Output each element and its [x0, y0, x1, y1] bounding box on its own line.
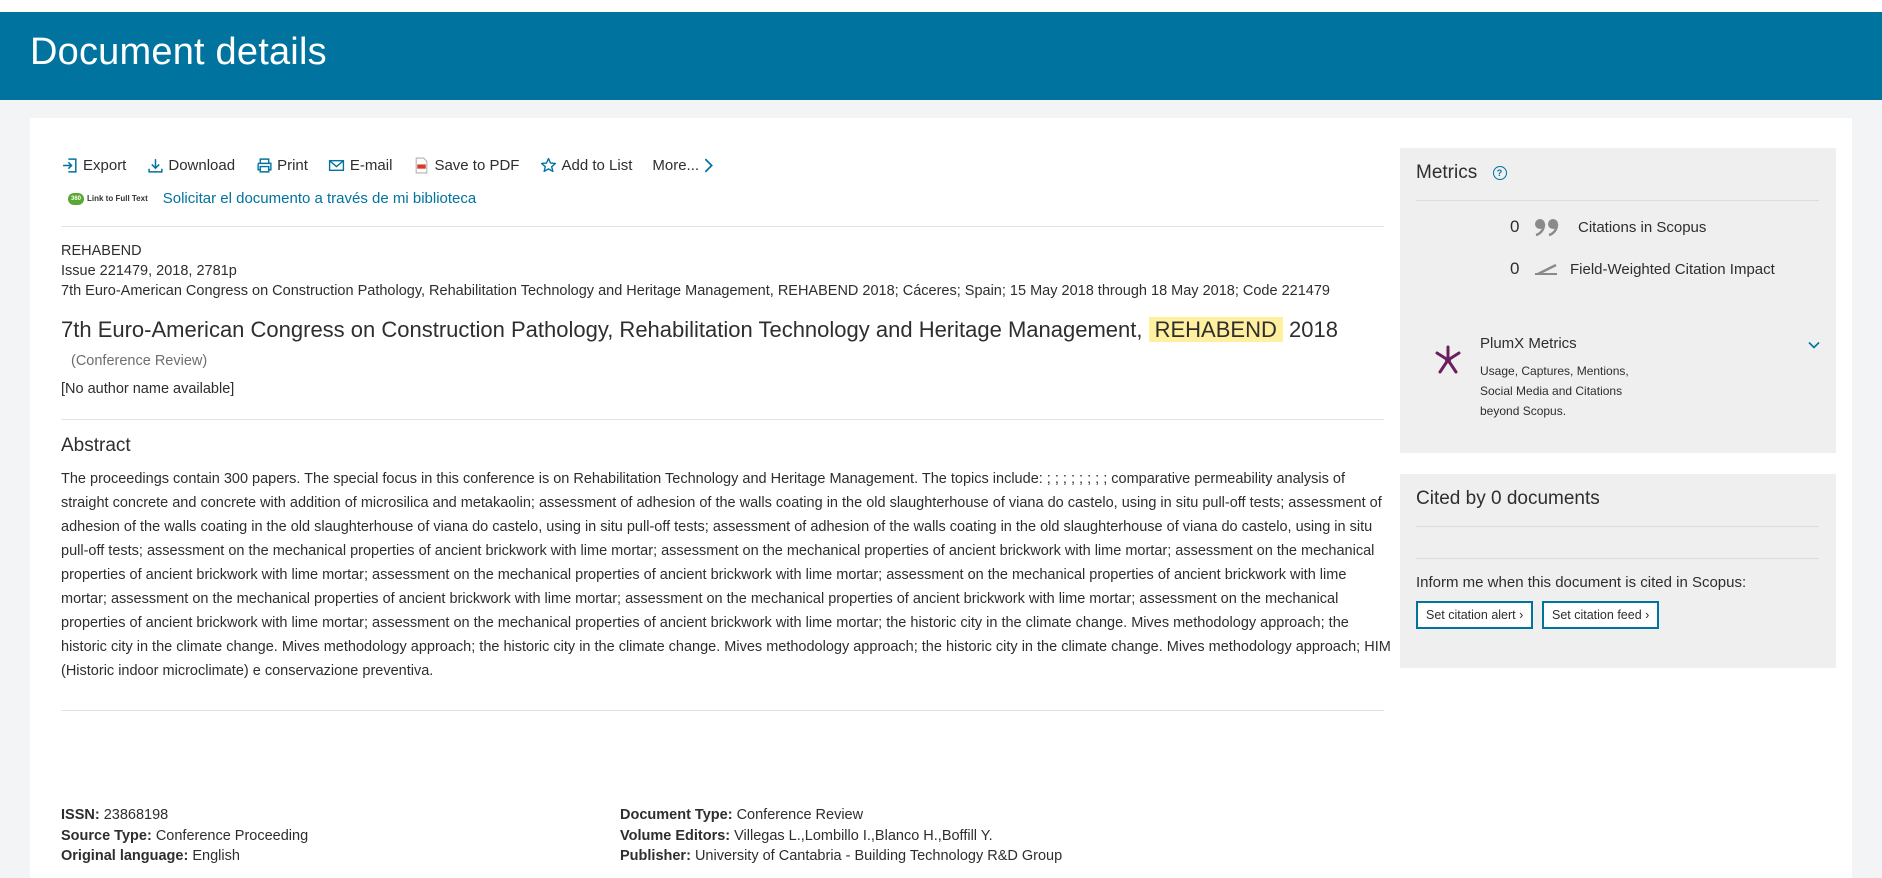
panel-divider	[1416, 526, 1819, 527]
page-title: Document details	[30, 31, 327, 73]
metrics-title: Metrics ?	[1416, 162, 1507, 184]
download-label: Download	[168, 156, 236, 174]
editors-row: Volume Editors: Villegas L.,Lombillo I.,…	[620, 826, 1062, 847]
document-toolbar: Export Download Print E-mail Save to PDF…	[61, 154, 741, 176]
full-text-row: 360 Link to Full Text Solicitar el docum…	[68, 190, 476, 207]
fwci-label: Field-Weighted Citation Impact	[1570, 260, 1775, 278]
biblio-left: ISSN: 23868198 Source Type: Conference P…	[61, 805, 308, 867]
link-to-full-text-logo[interactable]: 360 Link to Full Text	[68, 192, 148, 205]
email-button[interactable]: E-mail	[328, 156, 393, 174]
email-label: E-mail	[349, 156, 393, 174]
language-label: Original language:	[61, 848, 189, 864]
source-issue: Issue 221479, 2018, 2781p	[61, 263, 237, 279]
doc-type-value: Conference Review	[736, 807, 864, 823]
add-to-list-label: Add to List	[561, 156, 633, 174]
panel-divider	[1416, 200, 1819, 201]
download-button[interactable]: Download	[146, 156, 235, 174]
save-pdf-label: Save to PDF	[434, 156, 520, 174]
document-title: 7th Euro-American Congress on Constructi…	[61, 316, 1351, 375]
print-icon	[255, 156, 273, 174]
publisher-label: Publisher:	[620, 848, 691, 864]
editors-value: Villegas L.,Lombillo I.,Blanco H.,Boffil…	[734, 827, 993, 844]
export-button[interactable]: Export	[61, 156, 126, 174]
chevron-right-icon	[699, 156, 717, 174]
pdf-icon	[412, 156, 430, 174]
plumx-logo-icon	[1435, 345, 1461, 374]
language-row: Original language: English	[61, 846, 308, 867]
abstract-heading: Abstract	[61, 435, 131, 456]
issn-label: ISSN:	[61, 807, 100, 823]
doc-type-label: Document Type:	[620, 807, 733, 823]
export-icon	[61, 156, 79, 174]
conference-info: 7th Euro-American Congress on Constructi…	[61, 283, 1330, 299]
source-type-value: Conference Proceeding	[155, 827, 309, 844]
top-strip	[0, 0, 1882, 12]
metrics-title-text: Metrics	[1416, 162, 1478, 183]
plumx-title[interactable]: PlumX Metrics	[1480, 335, 1577, 352]
panel-divider	[1416, 558, 1819, 559]
issn-row: ISSN: 23868198	[61, 805, 308, 826]
doc-type-row: Document Type: Conference Review	[620, 805, 1062, 826]
divider	[61, 226, 1384, 227]
fwci-metric[interactable]: 0 Field-Weighted Citation Impact	[1510, 258, 1775, 280]
save-pdf-button[interactable]: Save to PDF	[412, 156, 519, 174]
set-citation-feed-button[interactable]: Set citation feed ›	[1542, 601, 1660, 629]
more-button[interactable]: More...	[652, 156, 721, 174]
download-icon	[146, 156, 164, 174]
source-type-row: Source Type: Conference Proceeding	[61, 826, 308, 847]
print-label: Print	[277, 156, 308, 174]
publisher-row: Publisher: University of Cantabria - Bui…	[620, 846, 1062, 867]
citations-count: 0	[1510, 217, 1520, 236]
help-icon[interactable]: ?	[1492, 165, 1507, 180]
link-to-full-text-badge: 360	[68, 192, 84, 205]
citations-label: Citations in Scopus	[1578, 218, 1707, 236]
library-request-link[interactable]: Solicitar el documento a través de mi bi…	[163, 190, 477, 207]
chevron-down-icon[interactable]	[1806, 337, 1822, 353]
set-citation-alert-button[interactable]: Set citation alert ›	[1416, 601, 1534, 629]
more-label: More...	[652, 156, 700, 174]
citation-alert-prompt: Inform me when this document is cited in…	[1416, 574, 1747, 591]
source-type-label: Source Type:	[61, 827, 152, 844]
gauge-icon	[1532, 258, 1562, 280]
cited-by-panel: Cited by 0 documents	[1400, 474, 1836, 668]
publisher-value: University of Cantabria - Building Techn…	[694, 848, 1063, 864]
quote-icon	[1532, 216, 1562, 238]
add-to-list-button[interactable]: Add to List	[539, 156, 632, 174]
page-header: Document details	[0, 12, 1882, 100]
title-highlight: REHABEND	[1148, 317, 1283, 342]
abstract-text: The proceedings contain 300 papers. The …	[61, 471, 1391, 679]
language-value: English	[192, 848, 240, 864]
fwci-value: 0	[1510, 259, 1520, 278]
title-year: 2018	[1288, 317, 1338, 342]
export-label: Export	[83, 156, 127, 174]
print-button[interactable]: Print	[255, 156, 308, 174]
issn-value: 23868198	[103, 807, 169, 823]
document-type-tag: (Conference Review)	[71, 353, 208, 369]
editors-label: Volume Editors:	[620, 827, 731, 844]
divider	[61, 419, 1384, 420]
link-to-full-text-label: Link to Full Text	[87, 194, 148, 203]
title-main: 7th Euro-American Congress on Constructi…	[61, 317, 1143, 342]
author-list: [No author name available]	[61, 381, 235, 397]
email-icon	[328, 156, 346, 174]
star-icon	[539, 156, 557, 174]
source-title[interactable]: REHABEND	[61, 243, 142, 259]
citations-metric[interactable]: 0 Citations in Scopus	[1510, 216, 1706, 238]
cited-by-title: Cited by 0 documents	[1416, 488, 1600, 509]
divider	[61, 710, 1384, 711]
plumx-description: Usage, Captures, Mentions, Social Media …	[1480, 364, 1629, 418]
biblio-right: Document Type: Conference Review Volume …	[620, 805, 1062, 867]
